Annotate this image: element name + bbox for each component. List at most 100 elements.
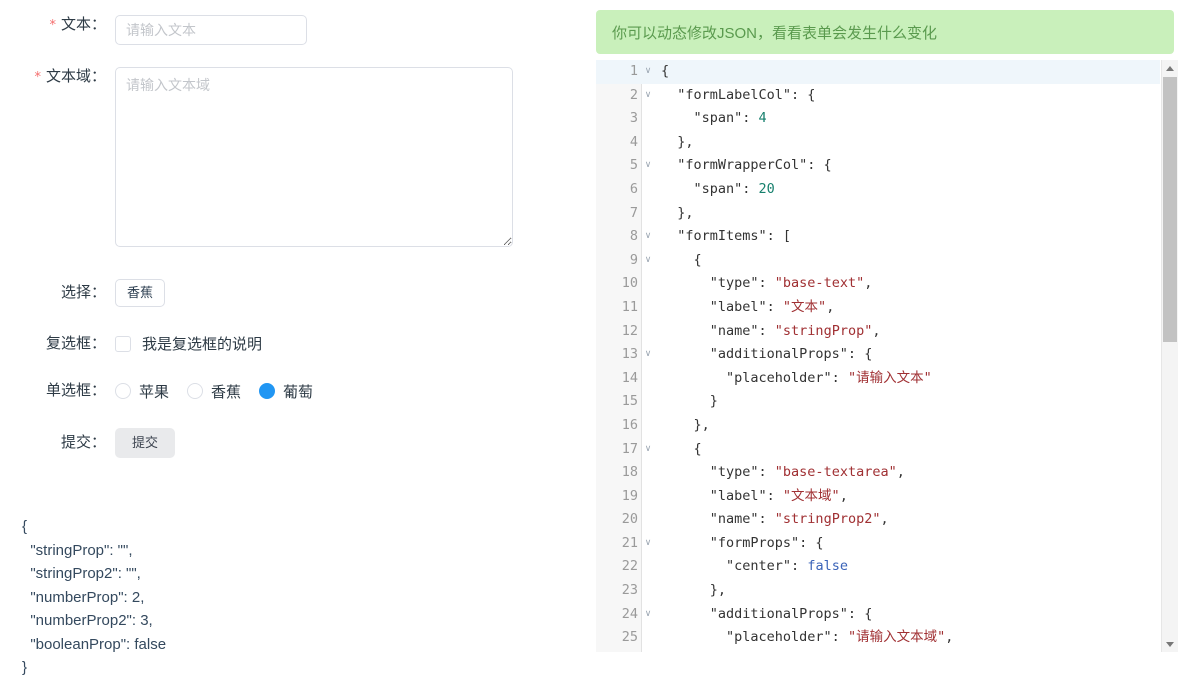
- fold-chevron-down-icon[interactable]: ∨: [640, 154, 656, 178]
- radio-option-banana[interactable]: 香蕉: [187, 381, 241, 402]
- code-token-str: "stringProp2": [774, 511, 881, 528]
- code-token-num: 20: [758, 180, 775, 197]
- code-line[interactable]: 8 ∨ "formItems": [: [596, 225, 1160, 249]
- code-line[interactable]: 20 "name": "stringProp2",: [596, 508, 1160, 532]
- form-row-submit: 提交： 提交: [0, 427, 590, 458]
- code-line[interactable]: 1 ∨ {: [596, 60, 1160, 84]
- code-line[interactable]: 19 "label": "文本域",: [596, 485, 1160, 509]
- line-number: 6: [629, 180, 638, 197]
- code-line[interactable]: 2 ∨ "formLabelCol": {: [596, 84, 1160, 108]
- code-line[interactable]: 10 "type": "base-text",: [596, 272, 1160, 296]
- fold-chevron-down-icon[interactable]: ∨: [640, 249, 656, 273]
- code-line[interactable]: 12 "name": "stringProp",: [596, 320, 1160, 344]
- code-token-plain: },: [661, 582, 727, 599]
- scroll-up-arrow-icon[interactable]: [1162, 60, 1178, 76]
- radio-option-grape[interactable]: 葡萄: [259, 381, 313, 402]
- code-line-content: "label": "文本",: [656, 296, 1160, 320]
- code-token-plain: ,: [839, 487, 848, 504]
- fold-chevron-down-icon[interactable]: ∨: [640, 225, 656, 249]
- code-line-content: {: [656, 438, 1160, 462]
- code-line[interactable]: 7 },: [596, 202, 1160, 226]
- code-line-content: "center": false: [656, 555, 1160, 579]
- code-token-str: "请输入文本域": [847, 629, 946, 646]
- code-token-plain: "formItems": [: [661, 228, 792, 245]
- form-label-submit: 提交：: [60, 433, 106, 451]
- radio-dot-icon[interactable]: [187, 383, 204, 399]
- line-number: 2: [629, 86, 638, 103]
- form-label-textarea: * 文本域：: [0, 67, 115, 87]
- json-editor-pane: 你可以动态修改JSON，看看表单会发生什么变化 1 ∨{2 ∨ "formLabel…: [596, 10, 1178, 655]
- code-line[interactable]: 18 "type": "base-textarea",: [596, 461, 1160, 485]
- form-control-submit: 提交: [115, 427, 590, 458]
- code-token-plain: "name":: [661, 322, 775, 339]
- text-input[interactable]: [115, 15, 307, 45]
- code-line-content: "rows": 6,: [656, 650, 1160, 652]
- code-line-content: "span": 4: [656, 107, 1160, 131]
- fold-chevron-down-icon[interactable]: ∨: [640, 60, 656, 84]
- code-line[interactable]: 13 ∨ "additionalProps": {: [596, 343, 1160, 367]
- code-line[interactable]: 16 },: [596, 414, 1160, 438]
- code-line-content: "formLabelCol": {: [656, 84, 1160, 108]
- fold-chevron-down-icon[interactable]: ∨: [640, 603, 656, 627]
- code-token-plain: "label":: [661, 487, 783, 504]
- fold-chevron-down-icon[interactable]: ∨: [640, 438, 656, 462]
- code-line[interactable]: 11 "label": "文本",: [596, 296, 1160, 320]
- code-line[interactable]: 21 ∨ "formProps": {: [596, 532, 1160, 556]
- code-line-content: "label": "文本域",: [656, 485, 1160, 509]
- code-token-plain: ,: [826, 298, 835, 315]
- code-line[interactable]: 4 },: [596, 131, 1160, 155]
- code-line[interactable]: 6 "span": 20: [596, 178, 1160, 202]
- code-token-plain: ,: [880, 511, 889, 528]
- code-editor-lines[interactable]: 1 ∨{2 ∨ "formLabelCol": {3 "span": 44 }, 5 ∨…: [596, 60, 1160, 652]
- code-token-plain: {: [661, 440, 702, 457]
- fold-chevron-down-icon[interactable]: ∨: [640, 84, 656, 108]
- code-token-str: "文本域": [782, 487, 840, 504]
- editor-vertical-scrollbar[interactable]: [1161, 60, 1178, 652]
- code-line[interactable]: 22 "center": false: [596, 555, 1160, 579]
- code-token-str: "请输入文本": [847, 369, 932, 386]
- code-line[interactable]: 25 "placeholder": "请输入文本域",: [596, 626, 1160, 650]
- code-editor[interactable]: 1 ∨{2 ∨ "formLabelCol": {3 "span": 44 }, 5 ∨…: [596, 60, 1178, 652]
- radio-option-apple[interactable]: 苹果: [115, 381, 169, 402]
- code-line[interactable]: 5 ∨ "formWrapperCol": {: [596, 154, 1160, 178]
- code-token-bool: false: [807, 558, 848, 575]
- textarea-input[interactable]: [115, 67, 513, 247]
- code-line[interactable]: 15 }: [596, 390, 1160, 414]
- line-number: 26: [596, 650, 640, 652]
- submit-button[interactable]: 提交: [115, 427, 176, 458]
- scroll-down-arrow-icon[interactable]: [1162, 636, 1178, 652]
- fold-chevron-down-icon[interactable]: ∨: [640, 532, 656, 556]
- line-number: 15: [621, 393, 638, 410]
- code-token-str: "base-textarea": [774, 464, 897, 481]
- radio-dot-icon[interactable]: [115, 383, 131, 399]
- code-token-plain: "span":: [661, 110, 759, 127]
- form-label-text: * 文本：: [0, 15, 115, 35]
- line-number: 21: [621, 534, 638, 551]
- code-token-plain: "placeholder":: [661, 369, 848, 386]
- code-line[interactable]: 24 ∨ "additionalProps": {: [596, 603, 1160, 627]
- code-token-str: "stringProp": [774, 322, 873, 339]
- checkbox-box-icon[interactable]: [115, 335, 131, 352]
- code-line[interactable]: 3 "span": 4: [596, 107, 1160, 131]
- code-line[interactable]: 26 "rows": 6,: [596, 650, 1160, 652]
- code-line[interactable]: 14 "placeholder": "请输入文本": [596, 367, 1160, 391]
- checkbox-option[interactable]: 我是复选框的说明: [115, 333, 262, 354]
- line-number: 5: [629, 157, 638, 174]
- line-number: 22: [621, 558, 638, 575]
- fold-chevron-down-icon[interactable]: ∨: [640, 343, 656, 367]
- radio-option-banana-label: 香蕉: [211, 383, 242, 401]
- code-line[interactable]: 23 },: [596, 579, 1160, 603]
- form-row-select: 选择： 香蕉: [0, 279, 590, 307]
- code-line[interactable]: 9 ∨ {: [596, 249, 1160, 273]
- select-dropdown[interactable]: 香蕉: [115, 279, 166, 307]
- scrollbar-thumb[interactable]: [1163, 77, 1177, 342]
- code-line[interactable]: 17 ∨ {: [596, 438, 1160, 462]
- code-line-content: "formProps": {: [656, 532, 1160, 556]
- code-token-plain: "name":: [661, 511, 775, 528]
- line-number: 25: [621, 629, 638, 646]
- line-number: 10: [621, 275, 638, 292]
- radio-dot-selected-icon[interactable]: [259, 383, 276, 399]
